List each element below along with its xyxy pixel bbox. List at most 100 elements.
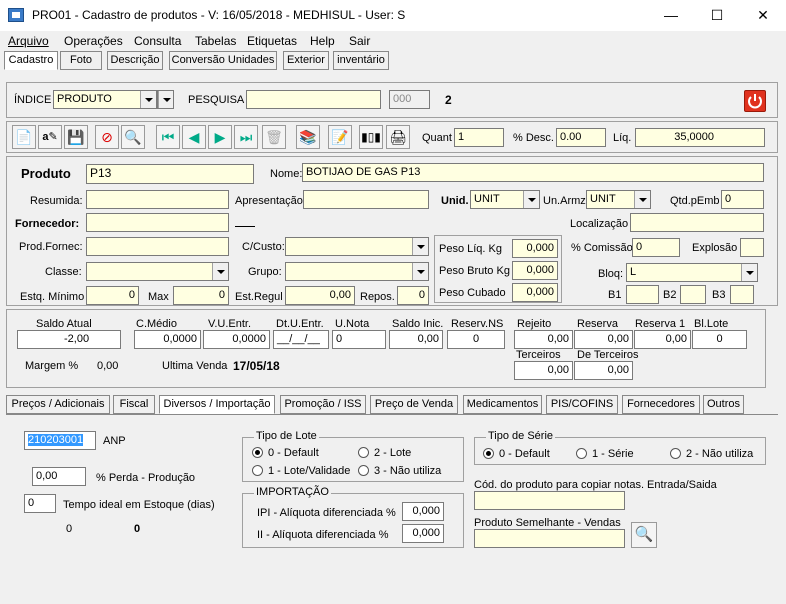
tab-conversao-unidades[interactable]: Conversão Unidades bbox=[169, 51, 277, 70]
perda-input[interactable]: 0,00 bbox=[32, 467, 86, 486]
tempo-input[interactable]: 0 bbox=[24, 494, 56, 513]
estq-min-input[interactable]: 0 bbox=[86, 286, 139, 305]
tab-inventario[interactable]: inventário bbox=[333, 51, 389, 70]
comissao-input[interactable]: 0 bbox=[632, 238, 680, 257]
vuentr-label: V.U.Entr. bbox=[208, 318, 252, 330]
menu-help[interactable]: Help bbox=[310, 34, 335, 48]
unid-select[interactable]: UNIT bbox=[470, 190, 540, 209]
next-record-button[interactable]: ▶ bbox=[208, 125, 232, 149]
tab-precos-adicionais[interactable]: Preços / Adicionais bbox=[6, 395, 110, 414]
nome-input[interactable]: BOTIJAO DE GAS P13 bbox=[302, 163, 764, 182]
tab-promocao-iss[interactable]: Promoção / ISS bbox=[280, 395, 366, 414]
quant-input[interactable]: 1 bbox=[454, 128, 504, 147]
grupo-select[interactable] bbox=[285, 262, 429, 281]
save-button[interactable]: 💾 bbox=[64, 125, 88, 149]
tab-cadastro[interactable]: Cadastro bbox=[4, 51, 58, 70]
delete-button[interactable]: 🗑 bbox=[262, 125, 286, 149]
menu-tabelas[interactable]: Tabelas bbox=[195, 34, 236, 48]
qtdpemb-input[interactable]: 0 bbox=[721, 190, 764, 209]
previous-record-button[interactable]: ◀ bbox=[182, 125, 206, 149]
tipo-serie-legend: Tipo de Série bbox=[486, 430, 556, 442]
tab-outros[interactable]: Outros bbox=[703, 395, 744, 414]
reserva1-input: 0,00 bbox=[634, 330, 691, 349]
indice-order-select[interactable] bbox=[157, 90, 174, 109]
menu-sair[interactable]: Sair bbox=[349, 34, 370, 48]
bloq-select[interactable]: L bbox=[626, 263, 758, 282]
lote-default-radio[interactable] bbox=[252, 447, 263, 458]
repos-input[interactable]: 0 bbox=[397, 286, 429, 305]
tab-preco-de-venda[interactable]: Preço de Venda bbox=[370, 395, 458, 414]
semelhante-input[interactable] bbox=[474, 529, 625, 548]
tab-medicamentos[interactable]: Medicamentos bbox=[463, 395, 542, 414]
produto-code-input[interactable]: P13 bbox=[86, 164, 254, 184]
power-button[interactable] bbox=[744, 90, 766, 112]
b1-input[interactable] bbox=[626, 285, 659, 304]
menu-arquivo[interactable]: Arquivo bbox=[8, 34, 49, 48]
lote-validade-radio[interactable] bbox=[252, 465, 263, 476]
peso-cubado-input[interactable]: 0,000 bbox=[512, 283, 558, 302]
ii-input[interactable]: 0,000 bbox=[402, 524, 444, 543]
estregul-input[interactable]: 0,00 bbox=[285, 286, 355, 305]
serie-serie-radio[interactable] bbox=[576, 448, 587, 459]
max-input[interactable]: 0 bbox=[173, 286, 229, 305]
localizacao-input[interactable] bbox=[630, 213, 764, 232]
app-icon bbox=[8, 8, 24, 22]
menu-etiquetas[interactable]: Etiquetas bbox=[247, 34, 297, 48]
menu-consulta[interactable]: Consulta bbox=[134, 34, 181, 48]
semelhante-label: Produto Semelhante - Vendas bbox=[474, 517, 621, 529]
lote-nao-utiliza-radio[interactable] bbox=[358, 465, 369, 476]
cancel-button[interactable]: ⊘ bbox=[95, 125, 119, 149]
peso-bruto-input[interactable]: 0,000 bbox=[512, 261, 558, 280]
last-record-button[interactable]: ⏭ bbox=[234, 125, 258, 149]
ipi-input[interactable]: 0,000 bbox=[402, 502, 444, 521]
classe-select[interactable] bbox=[86, 262, 229, 281]
minimize-button[interactable]: — bbox=[648, 0, 694, 31]
first-record-button[interactable]: ⏮ bbox=[156, 125, 180, 149]
serie-nao-utiliza-radio[interactable] bbox=[670, 448, 681, 459]
print-button[interactable]: 🖨 bbox=[386, 125, 410, 149]
tab-diversos-importacao[interactable]: Diversos / Importação bbox=[159, 395, 275, 414]
liq-input[interactable]: 35,0000 bbox=[635, 128, 765, 147]
tab-pis-cofins[interactable]: PIS/COFINS bbox=[546, 395, 618, 414]
resumida-input[interactable] bbox=[86, 190, 229, 209]
desc-input[interactable]: 0.00 bbox=[556, 128, 606, 147]
search-button[interactable]: 🔍 bbox=[121, 125, 145, 149]
tab-fiscal[interactable]: Fiscal bbox=[113, 395, 155, 414]
semelhante-search-button[interactable]: 🔍 bbox=[631, 522, 657, 548]
books-button[interactable]: 📚 bbox=[296, 125, 320, 149]
prodfornec-input[interactable] bbox=[86, 237, 229, 256]
peso-liq-input[interactable]: 0,000 bbox=[512, 239, 558, 258]
anp-input[interactable]: 210203001 bbox=[24, 431, 96, 450]
barcode-button[interactable]: ▮▯▮ bbox=[359, 125, 383, 149]
new-file-button[interactable]: 📄 bbox=[12, 125, 36, 149]
explosao-input[interactable] bbox=[740, 238, 764, 257]
close-button[interactable]: ✕ bbox=[740, 0, 786, 31]
tab-fornecedores[interactable]: Fornecedores bbox=[622, 395, 700, 414]
tab-exterior[interactable]: Exterior bbox=[283, 51, 329, 70]
ccusto-select[interactable] bbox=[285, 237, 429, 256]
tab-descricao[interactable]: Descrição bbox=[107, 51, 163, 70]
b3-input[interactable] bbox=[730, 285, 754, 304]
bilote-input: 0 bbox=[692, 330, 747, 349]
indice-select[interactable]: PRODUTO bbox=[53, 90, 157, 109]
cod-copiar-input[interactable] bbox=[474, 491, 625, 510]
cmedio-input: 0,0000 bbox=[134, 330, 201, 349]
apresentacao-input[interactable] bbox=[303, 190, 429, 209]
unota-label: U.Nota bbox=[335, 318, 370, 330]
repos-label: Repos. bbox=[360, 291, 395, 303]
maximize-button[interactable]: ☐ bbox=[694, 0, 740, 31]
tab-foto[interactable]: Foto bbox=[60, 51, 102, 70]
lote-lote-radio[interactable] bbox=[358, 447, 369, 458]
serie-default-radio[interactable] bbox=[483, 448, 494, 459]
save-icon: 💾 bbox=[67, 129, 85, 145]
rejeito-label: Rejeito bbox=[517, 318, 552, 330]
b2-input[interactable] bbox=[680, 285, 706, 304]
edit-notes-button[interactable]: 📝 bbox=[328, 125, 352, 149]
fornecedor-name-divider bbox=[235, 226, 255, 227]
spell-check-button[interactable]: a✎ bbox=[38, 125, 62, 149]
unarmz-label: Un.Armz bbox=[543, 195, 586, 207]
fornecedor-input[interactable] bbox=[86, 213, 229, 232]
pesquisa-input[interactable] bbox=[246, 90, 381, 109]
unarmz-select[interactable]: UNIT bbox=[586, 190, 651, 209]
menu-operacoes[interactable]: Operações bbox=[64, 34, 123, 48]
